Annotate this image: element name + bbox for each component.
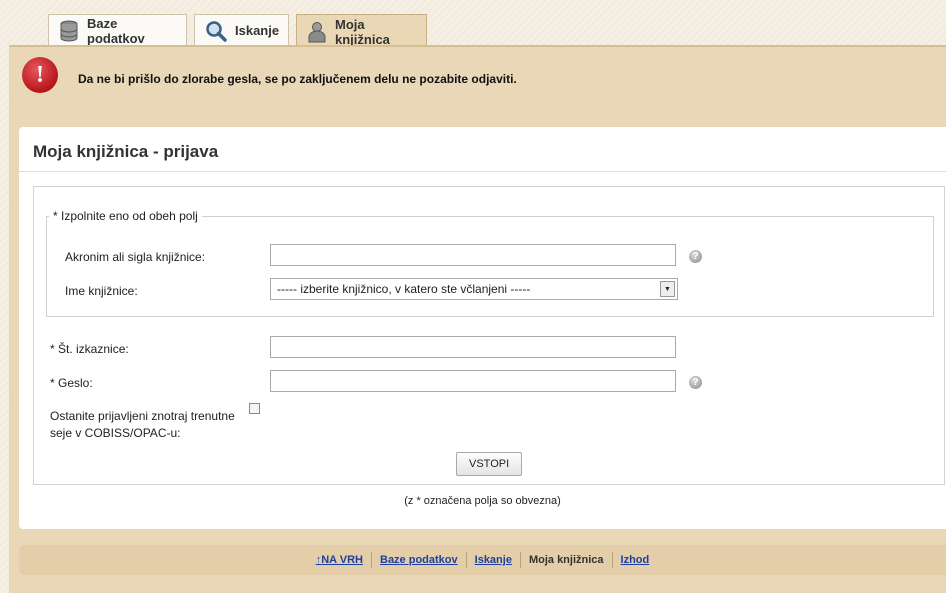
database-icon: [59, 20, 79, 42]
tab-bar: Baze podatkov Iskanje Moja knjižnica: [48, 14, 427, 48]
help-icon-password[interactable]: ?: [689, 376, 702, 389]
stay-logged-in-label: Ostanite prijavljeni znotraj trenutne se…: [50, 409, 235, 440]
title-divider: [19, 171, 946, 172]
fieldset-legend: * Izpolnite eno od obeh polj: [53, 209, 198, 223]
stay-logged-in-checkbox[interactable]: [249, 403, 260, 414]
exclamation-icon: !: [22, 57, 58, 93]
tab-search[interactable]: Iskanje: [194, 14, 289, 46]
alert-text: Da ne bi prišlo do zlorabe gesla, se po …: [78, 72, 517, 86]
library-select[interactable]: ----- izberite knjižnico, v katero ste v…: [270, 278, 678, 300]
submit-button[interactable]: VSTOPI: [456, 452, 523, 476]
help-icon-acronym[interactable]: ?: [689, 250, 702, 263]
page-title: Moja knjižnica - prijava: [33, 142, 219, 161]
alert-message: ! Da ne bi prišlo do zlorabe gesla, se p…: [22, 57, 946, 113]
password-label: * Geslo:: [50, 376, 93, 390]
back-to-top-link[interactable]: ↑NA VRH: [308, 554, 371, 566]
magnifier-icon: [205, 20, 227, 42]
footer-link-search[interactable]: Iskanje: [467, 554, 520, 566]
user-icon: [307, 21, 327, 43]
acronym-label: Akronim ali sigla knjižnice:: [65, 250, 206, 264]
library-select-value: ----- izberite knjižnico, v katero ste v…: [277, 282, 531, 296]
login-panel: Moja knjižnica - prijava * Izpolnite eno…: [19, 127, 946, 529]
footer-link-databases[interactable]: Baze podatkov: [372, 554, 466, 566]
password-input[interactable]: [270, 370, 676, 392]
tab-my-library[interactable]: Moja knjižnica: [296, 14, 427, 48]
tab-databases[interactable]: Baze podatkov: [48, 14, 187, 46]
tab-databases-label: Baze podatkov: [87, 15, 145, 46]
library-name-label: Ime knjižnice:: [65, 284, 138, 298]
required-fields-note: (z * označena polja so obvezna): [404, 495, 561, 507]
acronym-input[interactable]: [270, 244, 676, 266]
tab-search-label: Iskanje: [235, 23, 280, 38]
footer-nav: ↑NA VRH Baze podatkov Iskanje Moja knjiž…: [19, 545, 946, 575]
tab-my-library-label: Moja knjižnica: [335, 16, 390, 47]
login-form: * Izpolnite eno od obeh polj Akronim ali…: [33, 186, 945, 485]
chevron-down-icon[interactable]: ▼: [660, 281, 675, 297]
card-number-label: * Št. izkaznice:: [50, 342, 129, 356]
footer-current-page: Moja knjižnica: [528, 554, 604, 566]
card-number-input[interactable]: [270, 336, 676, 358]
back-to-top-label: NA VRH: [321, 554, 363, 566]
footer-link-logout[interactable]: Izhod: [613, 554, 658, 566]
